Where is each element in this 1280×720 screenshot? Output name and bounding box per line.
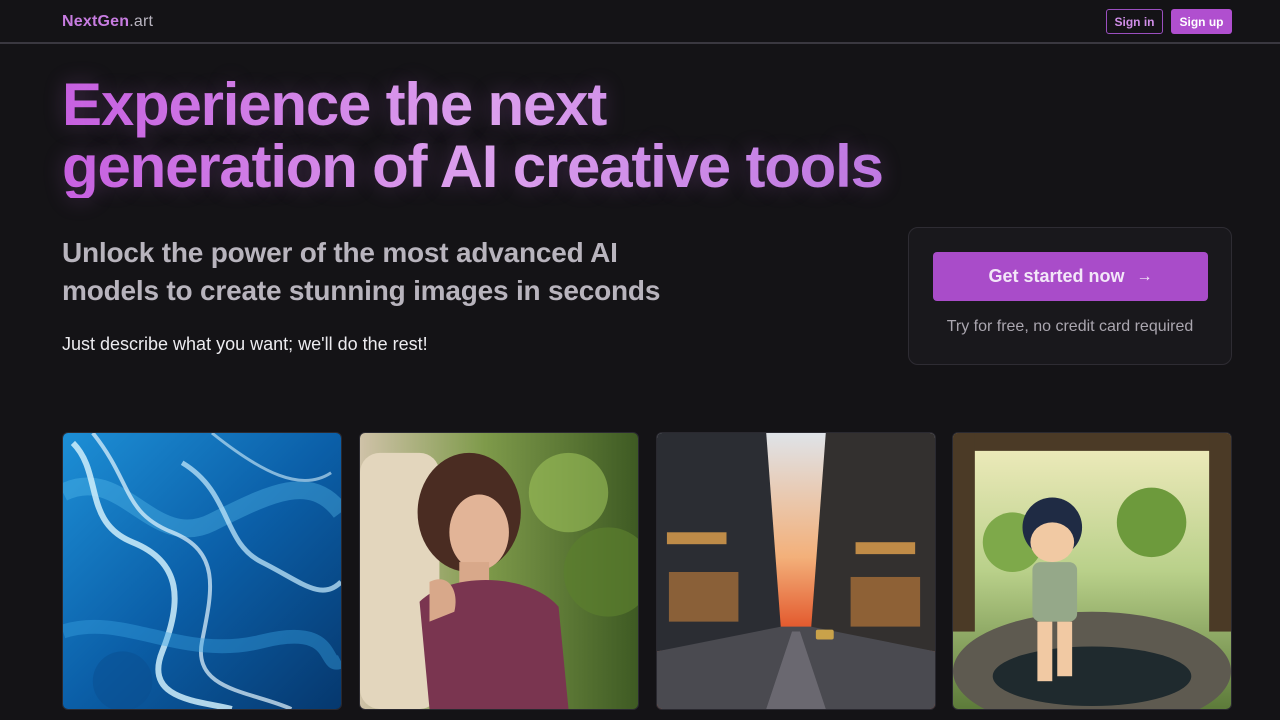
top-navigation-bar: NextGen.art Sign in Sign up	[0, 0, 1280, 44]
hero-title: Experience the next generation of AI cre…	[62, 74, 982, 198]
woman-portrait-image[interactable]	[359, 432, 639, 710]
arrow-right-icon: →	[1136, 267, 1153, 285]
get-started-label: Get started now	[988, 266, 1125, 286]
hero-title-line-2: generation of AI creative tools	[62, 133, 884, 200]
sign-up-button[interactable]: Sign up	[1171, 9, 1232, 34]
cta-note: Try for free, no credit card required	[946, 318, 1194, 335]
blue-ribbon-abstract-image[interactable]	[62, 432, 342, 710]
anime-boy-well-image[interactable]	[952, 432, 1232, 710]
get-started-button[interactable]: Get started now →	[933, 252, 1208, 301]
city-street-sunset-image[interactable]	[656, 432, 936, 710]
hero-subtitle: Unlock the power of the most advanced AI…	[62, 234, 722, 310]
cta-card: Get started now → Try for free, no credi…	[908, 227, 1232, 365]
hero-subtitle-line-2: models to create stunning images in seco…	[62, 275, 661, 306]
image-gallery	[62, 432, 1232, 710]
hero-subtitle-line-1: Unlock the power of the most advanced AI	[62, 237, 618, 268]
logo-tld: .art	[129, 13, 154, 30]
hero-tagline: Just describe what you want; we'll do th…	[62, 334, 428, 354]
hero-title-line-1: Experience the next	[62, 71, 607, 138]
logo-brand: NextGen	[62, 13, 130, 30]
site-logo[interactable]: NextGen.art	[62, 13, 153, 31]
sign-in-button[interactable]: Sign in	[1106, 9, 1163, 34]
